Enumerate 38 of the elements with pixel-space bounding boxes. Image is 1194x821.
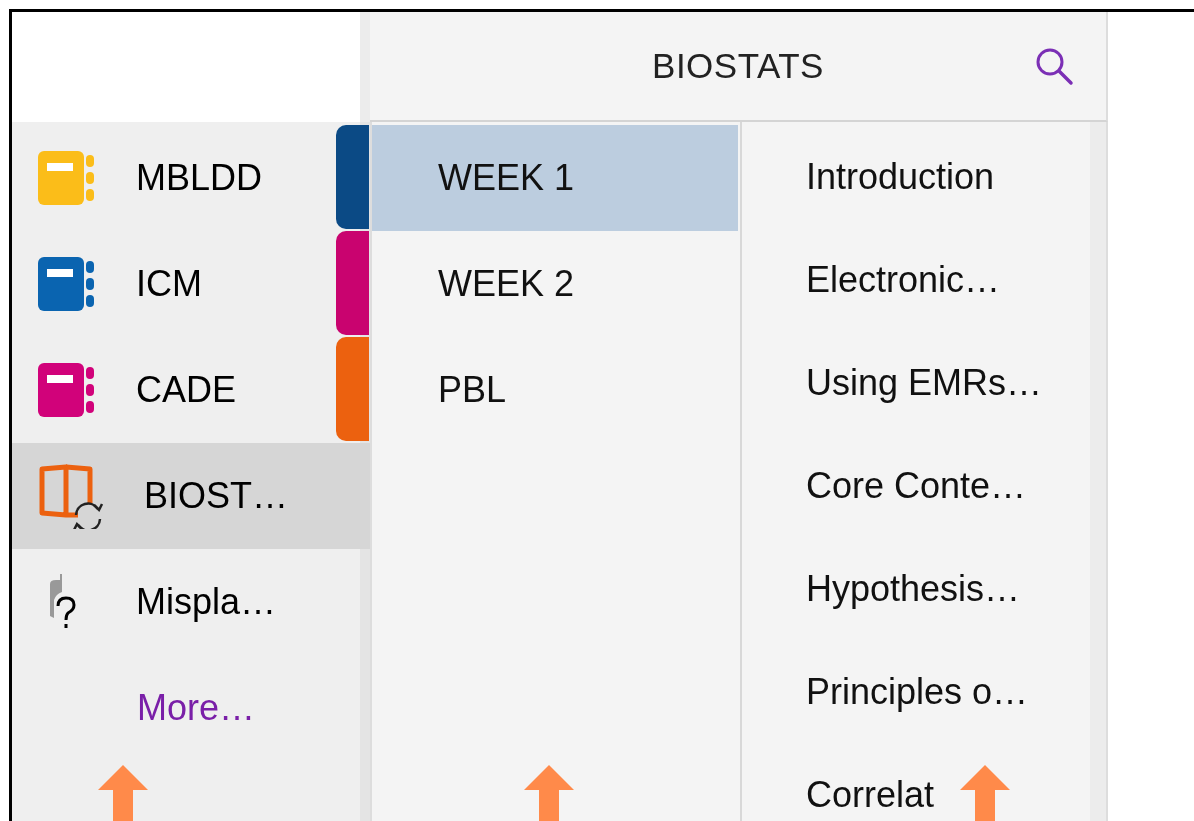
notebook-item[interactable]: CADE xyxy=(12,337,335,443)
notebook-label: BIOST… xyxy=(144,475,289,517)
notebook-label: CADE xyxy=(136,369,237,411)
page-label: Principles o… xyxy=(806,670,1029,713)
search-icon xyxy=(1034,46,1074,86)
notebook-label: Mispla… xyxy=(136,581,277,623)
page-item[interactable]: Core Conte… xyxy=(742,434,1090,537)
section-label: WEEK 2 xyxy=(438,263,575,305)
page-item[interactable]: Using EMRs… xyxy=(742,331,1090,434)
page-item[interactable]: Correlat xyxy=(742,743,1090,821)
page-label: Hypothesis… xyxy=(806,567,1021,610)
page-item[interactable]: Principles o… xyxy=(742,640,1090,743)
section-label: WEEK 1 xyxy=(438,157,575,199)
section-label: PBL xyxy=(438,369,507,411)
notebook-title: BIOSTATS xyxy=(652,46,824,86)
pointer-arrow xyxy=(960,765,1010,821)
notebook-item[interactable]: ICM xyxy=(12,231,335,337)
page-label: Using EMRs… xyxy=(806,361,1043,404)
section-item[interactable]: PBL xyxy=(372,337,738,443)
page-label: Core Conte… xyxy=(806,464,1027,507)
page-label: Correlat xyxy=(806,773,935,816)
pointer-arrow xyxy=(524,765,574,821)
notebook-item[interactable]: Mispla… xyxy=(12,549,335,655)
notebook-item[interactable]: MBLDD xyxy=(12,125,335,231)
page-item[interactable]: Hypothesis… xyxy=(742,537,1090,640)
section-color-tab[interactable] xyxy=(336,231,369,335)
page-label: Introduction xyxy=(806,155,995,198)
section-color-tab[interactable] xyxy=(336,337,369,441)
section-color-tab[interactable] xyxy=(336,125,369,229)
section-item[interactable]: WEEK 2 xyxy=(372,231,738,337)
notebook-label: ICM xyxy=(136,263,202,305)
notebook-label: MBLDD xyxy=(136,157,263,199)
book-sync-icon xyxy=(38,463,104,529)
more-notebooks-link[interactable]: More… xyxy=(137,655,256,761)
page-label: Electronic… xyxy=(806,258,1001,301)
pointer-arrow xyxy=(98,765,148,821)
page-item[interactable]: Electronic… xyxy=(742,228,1090,331)
page-item[interactable]: Introduction xyxy=(742,125,1090,228)
